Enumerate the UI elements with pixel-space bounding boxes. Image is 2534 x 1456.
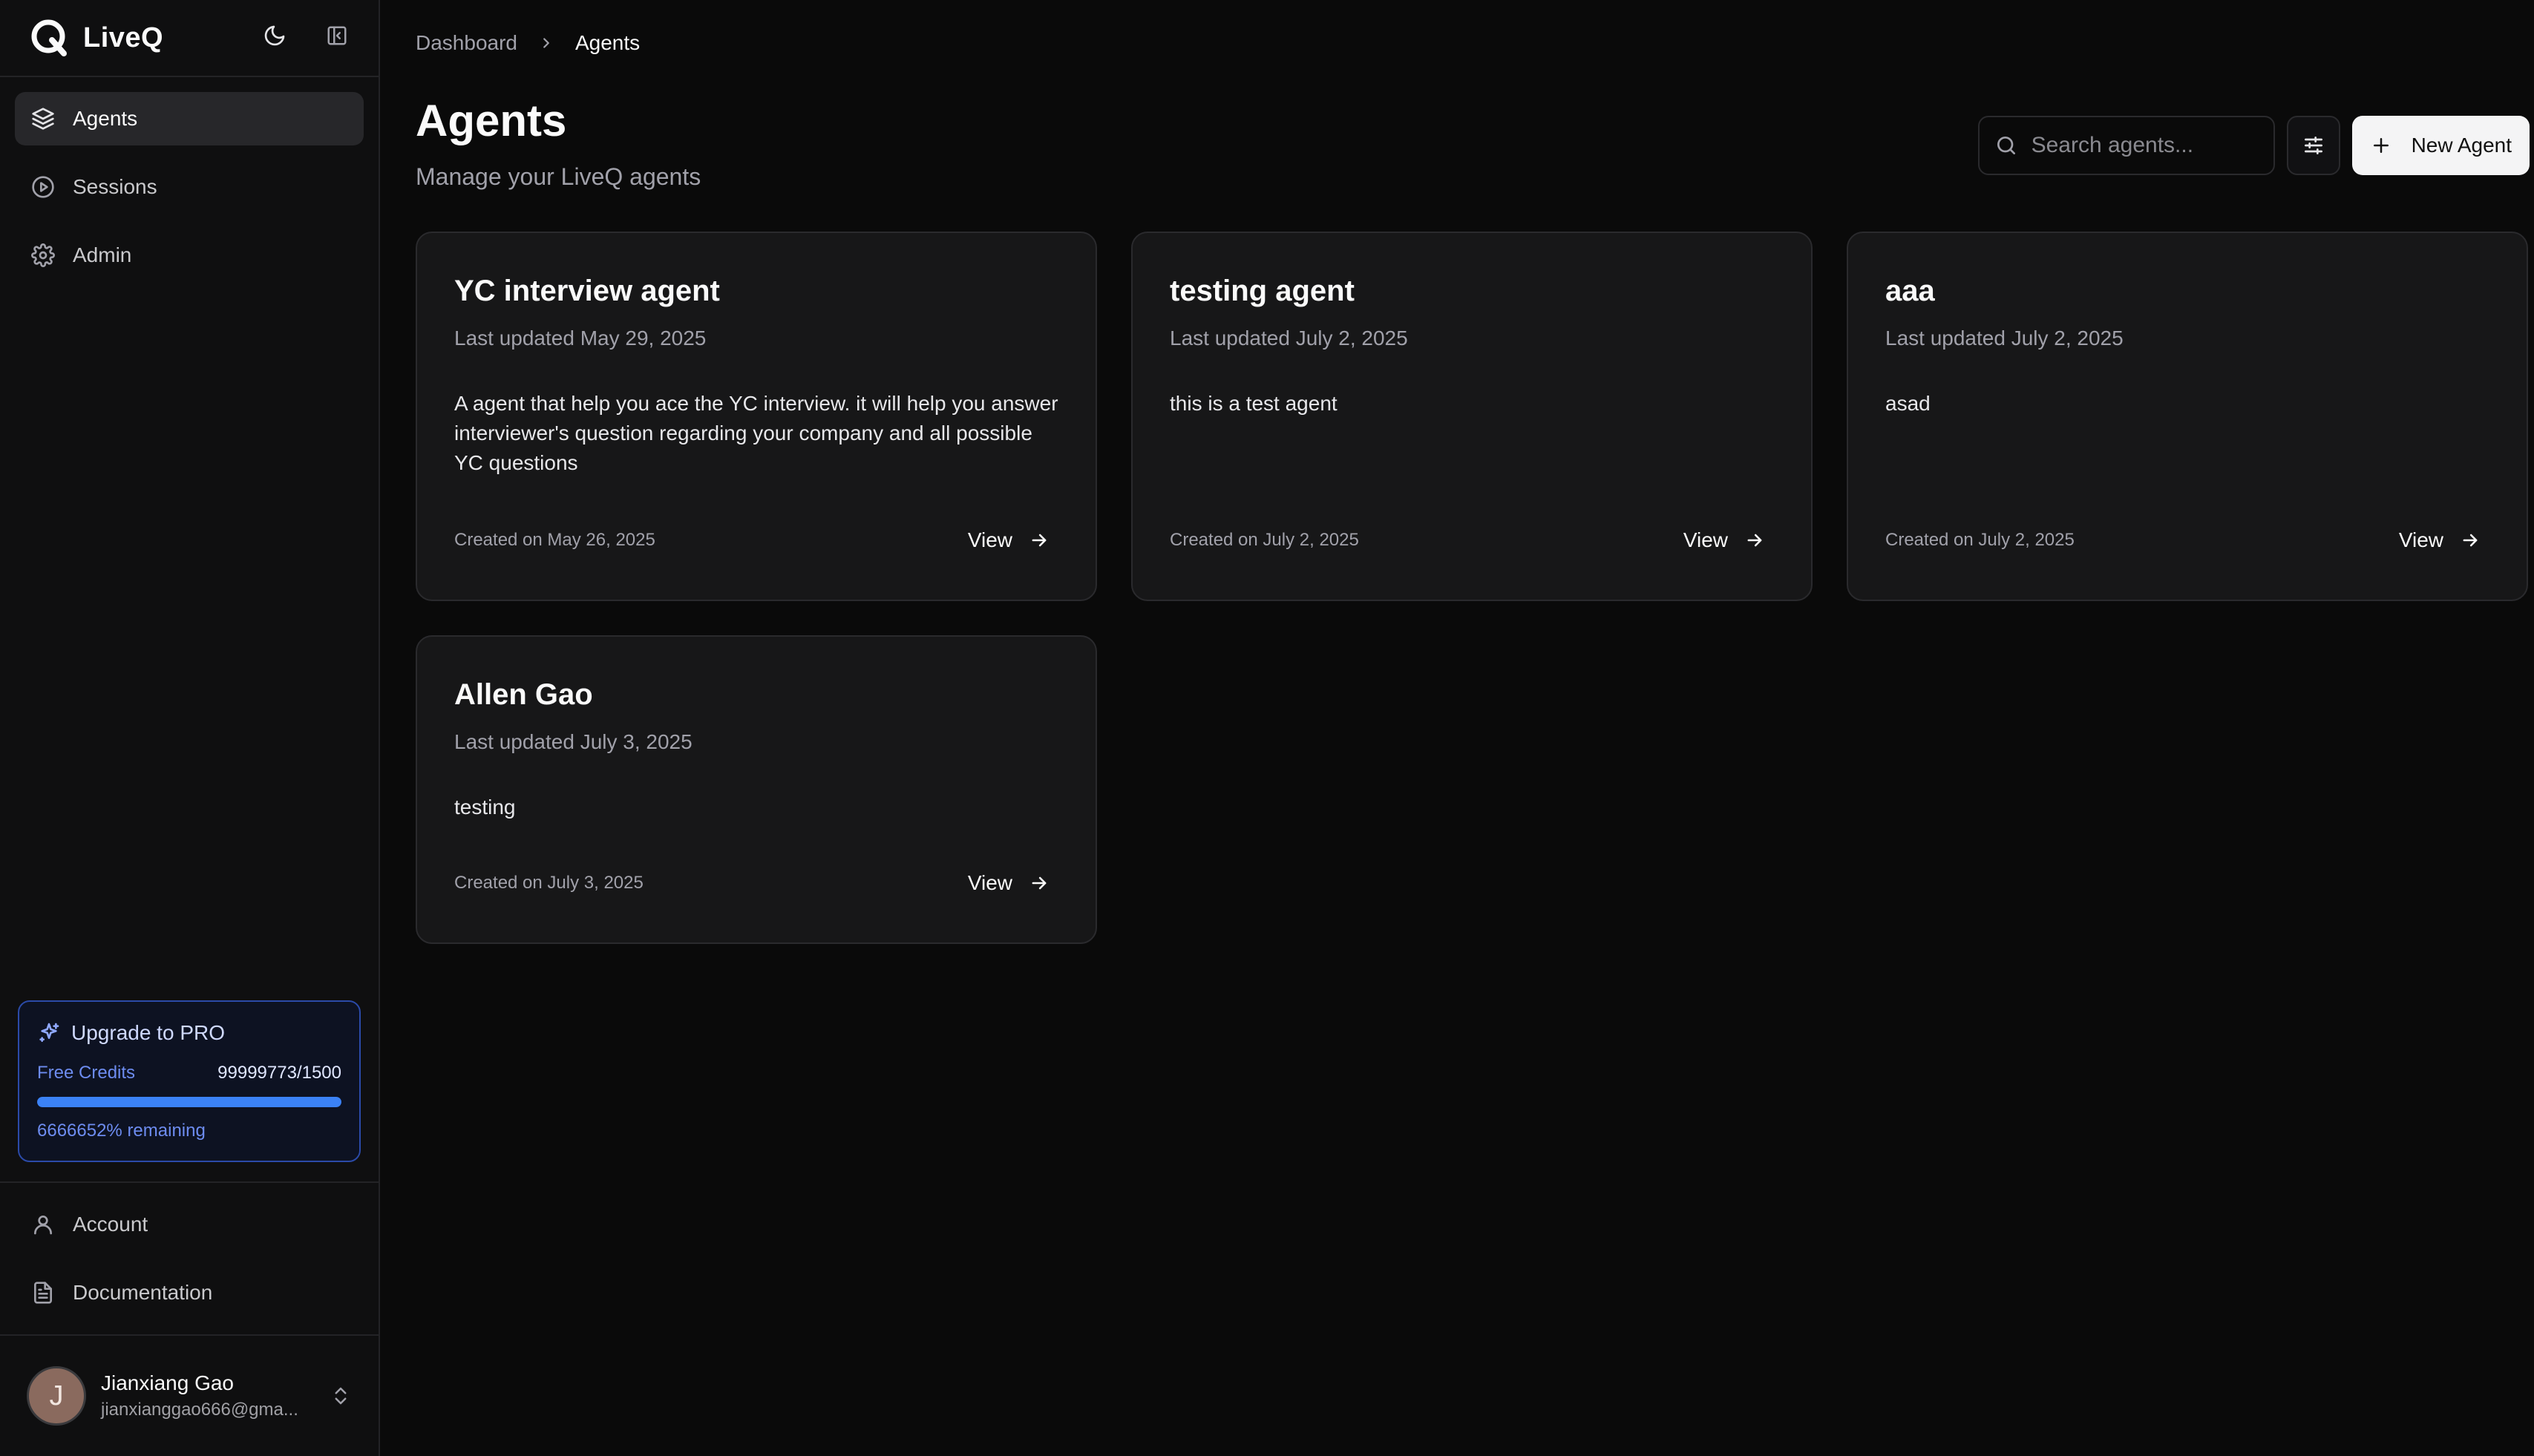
agent-card-description: this is a test agent — [1170, 392, 1338, 415]
arrow-right-icon — [2463, 534, 2478, 547]
sidebar-item-sessions[interactable]: Sessions — [15, 160, 364, 214]
agent-card-footer: Created on May 26, 2025 View — [454, 528, 1050, 552]
agent-card-description: A agent that help you ace the YC intervi… — [454, 392, 1058, 474]
credits-row: Free Credits 99999773/1500 — [37, 1063, 341, 1083]
user-icon — [34, 1216, 52, 1235]
plus-icon — [2373, 138, 2389, 153]
main-content: Dashboard Agents Agents Manage your Live… — [380, 0, 2534, 1456]
agent-card-title: aaa — [1885, 275, 1935, 307]
sidebar-item-admin[interactable]: Admin — [15, 229, 364, 282]
agent-card-created: Created on July 2, 2025 — [1885, 530, 2075, 550]
agent-card-title: testing agent — [1170, 275, 1355, 307]
upgrade-title-row: Upgrade to PRO — [37, 1021, 341, 1045]
liveq-logo-icon — [31, 19, 67, 56]
user-info: Jianxiang Gao jianxianggao666@gma... — [101, 1371, 315, 1420]
chevrons-up-down-icon — [335, 1387, 347, 1405]
credits-label: Free Credits — [37, 1063, 136, 1083]
arrow-right-icon — [1032, 534, 1047, 547]
upgrade-card[interactable]: Upgrade to PRO Free Credits 99999773/150… — [18, 1000, 361, 1162]
credits-progress-fill — [37, 1097, 341, 1107]
breadcrumb-current: Agents — [574, 31, 641, 54]
user-email: jianxianggao666@gma... — [101, 1400, 298, 1420]
view-label: View — [967, 528, 1012, 551]
agent-card[interactable]: YC interview agent Last updated May 29, … — [416, 232, 1097, 601]
agent-card-footer: Created on July 2, 2025 View — [1885, 528, 2481, 552]
agent-card-created: Created on May 26, 2025 — [454, 530, 655, 550]
sidebar-nav: Agents Sessions Admin — [0, 77, 379, 297]
agent-card-description: asad — [1885, 392, 1931, 415]
view-label: View — [1683, 528, 1728, 551]
sparkles-icon — [39, 1023, 59, 1042]
credits-remaining: 6666652% remaining — [37, 1121, 206, 1141]
page-subtitle: Manage your LiveQ agents — [416, 163, 701, 190]
agent-card-title: Allen Gao — [454, 678, 593, 711]
collapse-sidebar-button[interactable] — [321, 19, 353, 52]
brand-name: LiveQ — [83, 22, 164, 53]
search-input[interactable] — [2031, 133, 2254, 158]
filter-button[interactable] — [2286, 116, 2340, 175]
play-circle-icon — [32, 176, 54, 198]
sidebar-bottom-nav: Account Documentation — [0, 1181, 379, 1334]
sidebar-item-agents[interactable]: Agents — [15, 92, 364, 145]
agent-card-footer: Created on July 2, 2025 View — [1170, 528, 1765, 552]
layers-icon — [32, 108, 54, 130]
agent-card[interactable]: aaa Last updated July 2, 2025 asad Creat… — [1847, 232, 2528, 601]
brand-header: LiveQ — [0, 0, 379, 77]
agent-card-created: Created on July 3, 2025 — [454, 873, 644, 893]
agent-card-updated: Last updated July 2, 2025 — [1170, 327, 1408, 350]
view-agent-button[interactable]: View — [2399, 528, 2481, 552]
sidebar-item-label: Account — [73, 1213, 148, 1236]
agent-card-created: Created on July 2, 2025 — [1170, 530, 1359, 550]
credits-progress-bar — [37, 1097, 341, 1107]
view-agent-button[interactable]: View — [968, 528, 1050, 552]
view-agent-button[interactable]: View — [1683, 528, 1765, 552]
view-label: View — [2398, 528, 2443, 551]
sidebar: LiveQ Agents Sessions Admin Upgrade to P… — [0, 0, 380, 1456]
agent-card[interactable]: Allen Gao Last updated July 3, 2025 test… — [416, 635, 1097, 944]
agent-card-updated: Last updated May 29, 2025 — [454, 327, 707, 350]
brand-actions — [258, 19, 353, 52]
page-title: Agents — [416, 96, 567, 145]
theme-toggle-button[interactable] — [258, 19, 291, 52]
breadcrumb-dashboard-link[interactable]: Dashboard — [416, 31, 517, 55]
view-label: View — [967, 871, 1012, 894]
moon-icon — [264, 25, 285, 46]
panel-left-icon — [327, 26, 347, 45]
agent-card-title: YC interview agent — [454, 275, 720, 307]
sidebar-item-label: Sessions — [73, 175, 157, 198]
chevron-right-icon — [543, 38, 549, 48]
agent-card-footer: Created on July 3, 2025 View — [454, 871, 1050, 895]
sliders-icon — [2304, 137, 2322, 154]
breadcrumb: Dashboard Agents — [416, 31, 640, 55]
avatar: J — [27, 1366, 86, 1426]
arrow-right-icon — [1747, 534, 1762, 547]
user-menu[interactable]: J Jianxiang Gao jianxianggao666@gma... — [0, 1334, 379, 1456]
sidebar-item-label: Admin — [73, 243, 132, 266]
upgrade-title: Upgrade to PRO — [71, 1021, 225, 1044]
user-name: Jianxiang Gao — [101, 1371, 235, 1394]
document-icon — [34, 1282, 52, 1304]
new-agent-button[interactable]: New Agent — [2351, 116, 2530, 175]
toolbar: New Agent — [1977, 116, 2530, 175]
agent-card[interactable]: testing agent Last updated July 2, 2025 … — [1131, 232, 1813, 601]
view-agent-button[interactable]: View — [968, 871, 1050, 895]
agent-card-updated: Last updated July 3, 2025 — [454, 730, 693, 753]
arrow-right-icon — [1032, 876, 1047, 890]
credits-value: 99999773/1500 — [217, 1063, 341, 1083]
agent-card-updated: Last updated July 2, 2025 — [1885, 327, 2124, 350]
agent-card-description: testing — [454, 796, 516, 819]
search-icon — [1997, 137, 2015, 154]
app-root: LiveQ Agents Sessions Admin Upgrade to P… — [0, 0, 2534, 1456]
sidebar-item-label: Documentation — [73, 1281, 213, 1304]
new-agent-label: New Agent — [2411, 134, 2512, 157]
sidebar-item-documentation[interactable]: Documentation — [15, 1266, 364, 1319]
sidebar-item-label: Agents — [73, 107, 138, 130]
search-box[interactable] — [1977, 116, 2275, 175]
gear-icon — [31, 243, 55, 267]
sidebar-item-account[interactable]: Account — [15, 1198, 364, 1251]
